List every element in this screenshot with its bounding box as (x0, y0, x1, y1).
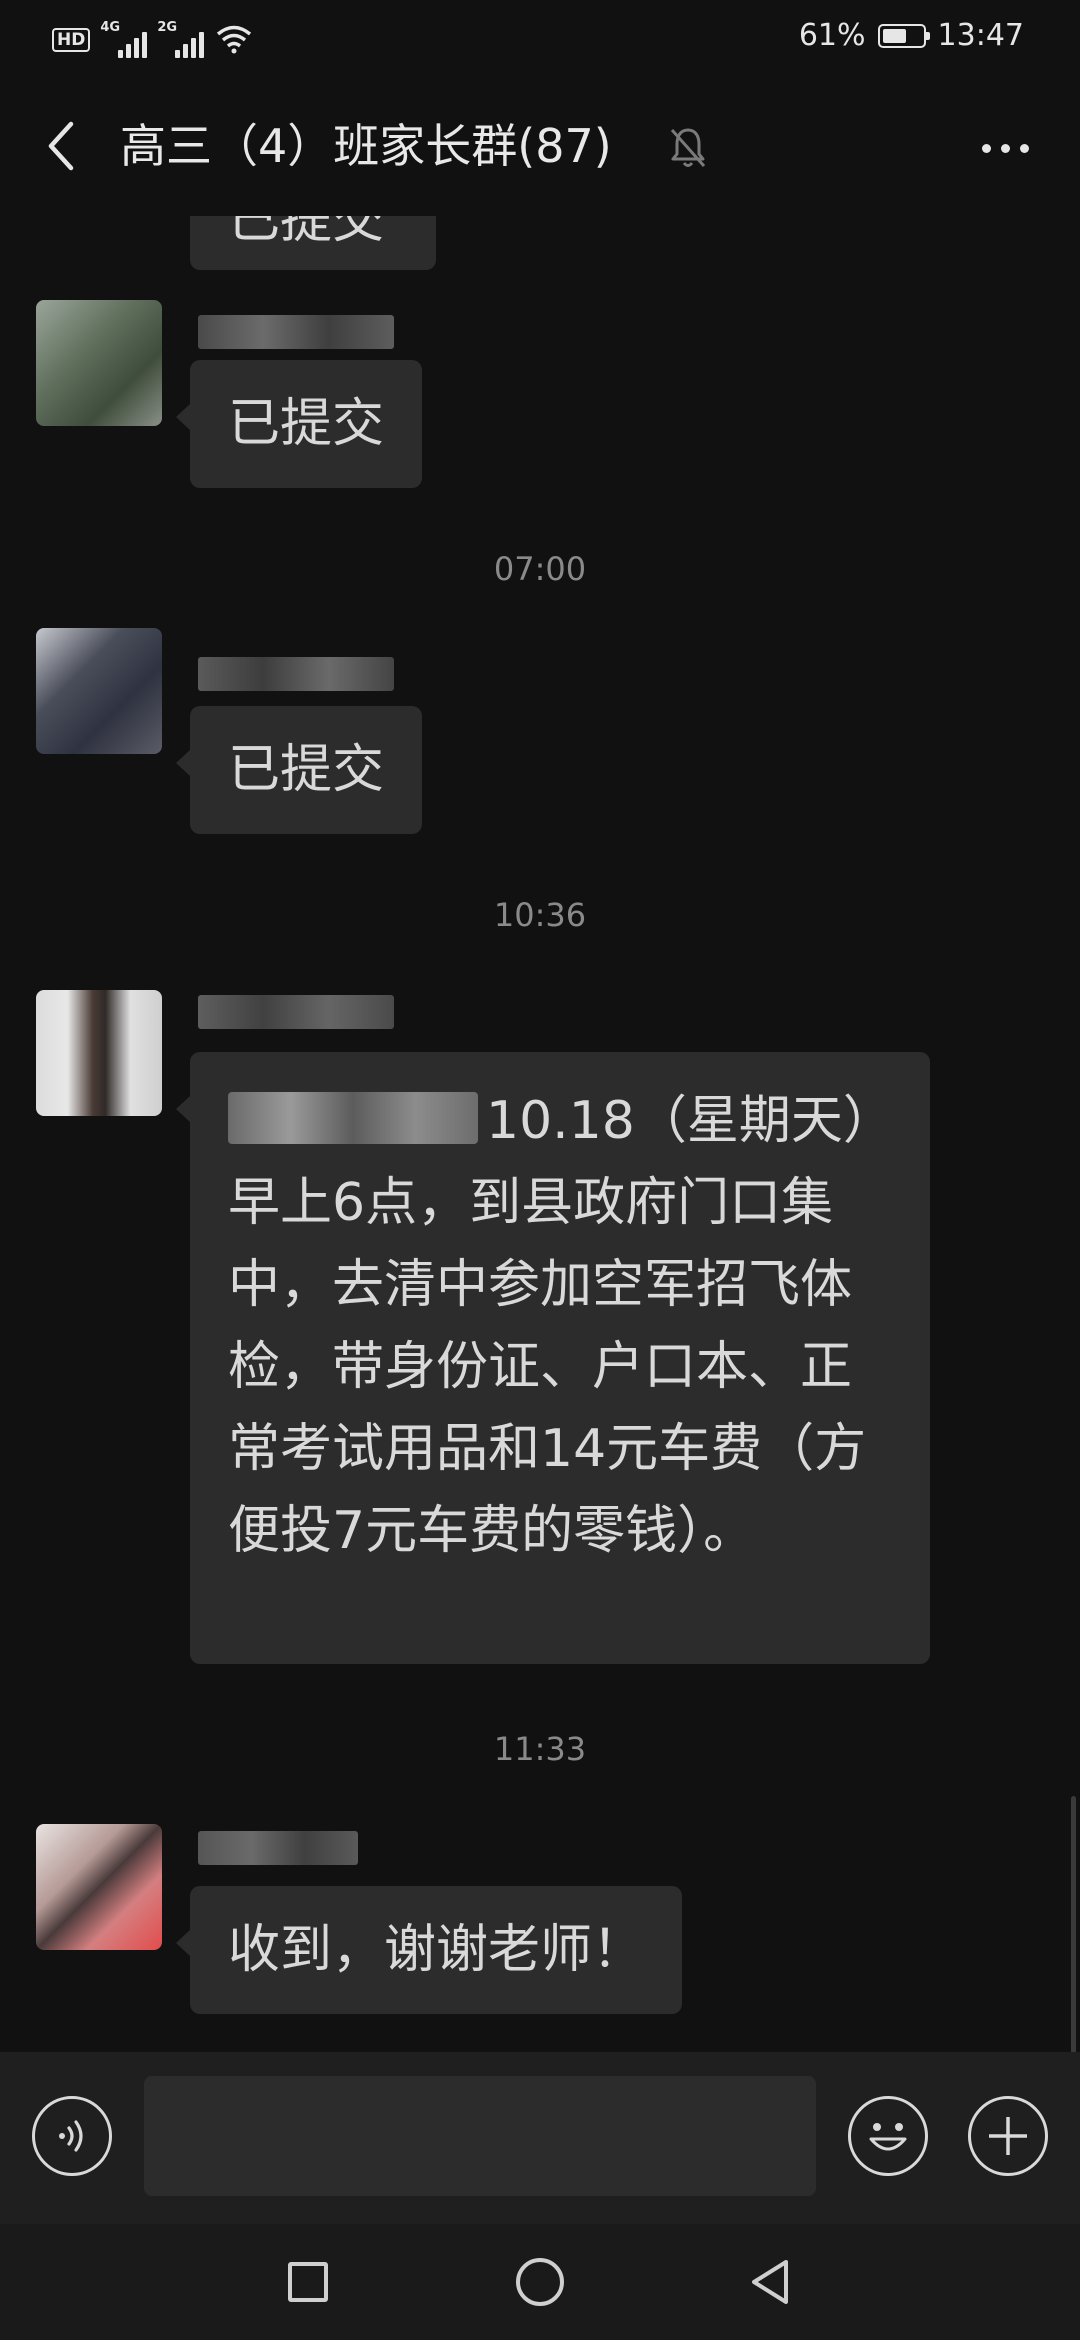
home-icon[interactable] (516, 2258, 564, 2306)
status-right: 61% 13:47 (799, 18, 1024, 53)
sender-name-blurred (198, 1828, 358, 1868)
sender-name-blurred (198, 654, 394, 694)
clock: 13:47 (937, 18, 1024, 53)
avatar[interactable] (36, 990, 162, 1116)
avatar[interactable] (36, 300, 162, 426)
voice-icon (59, 2120, 83, 2152)
message-bubble[interactable]: 已提交 (190, 216, 436, 270)
plus-icon (989, 2117, 1027, 2155)
message-list[interactable]: 已提交 已提交 07:00 已提交 10:36 10.18（星期天）早上6点，到… (0, 216, 1080, 2052)
emoji-icon (869, 2123, 907, 2151)
message-bubble[interactable]: 收到，谢谢老师！ (175, 1886, 683, 2014)
emoji-button[interactable] (848, 2096, 928, 2176)
recent-apps-icon[interactable] (288, 2262, 328, 2302)
status-left: HD 4G 2G (52, 18, 252, 58)
message-bubble[interactable]: 已提交 (175, 360, 423, 488)
redacted-text (228, 1092, 478, 1144)
network-type-label: 4G (100, 20, 121, 35)
battery-percent: 61% (798, 18, 866, 53)
chat-screen: HD 4G 2G 61% 13:47 高三（4）班家长群(87) 已提交 已提交… (0, 0, 1080, 2340)
back-button[interactable] (30, 112, 90, 180)
muted-bell-icon (670, 128, 706, 167)
timestamp: 07:00 (493, 550, 587, 588)
avatar[interactable] (36, 1824, 162, 1950)
message-text: 10.18（星期天）早上6点，到县政府门口集中，去清中参加空军招飞体检，带身份证… (228, 1091, 869, 1561)
message-input[interactable] (144, 2076, 816, 2196)
battery-fill (882, 28, 906, 43)
voice-button[interactable] (32, 2096, 112, 2176)
more-dots-icon (981, 143, 991, 153)
sender-name-blurred (198, 992, 394, 1032)
signal-icon-2g: 2G (157, 20, 205, 58)
timestamp: 11:33 (493, 1730, 587, 1768)
battery-icon (877, 23, 930, 48)
status-bar: HD 4G 2G 61% 13:47 (0, 0, 1080, 76)
message-bubble[interactable]: 已提交 (175, 706, 423, 834)
plus-button[interactable] (968, 2096, 1048, 2176)
system-nav-bar (0, 2224, 1080, 2340)
avatar[interactable] (36, 628, 162, 754)
message-bubble-long[interactable]: 10.18（星期天）早上6点，到县政府门口集中，去清中参加空军招飞体检，带身份证… (176, 1052, 930, 1664)
sender-name-blurred (198, 312, 394, 352)
signal-icon-4g: 4G (100, 20, 148, 58)
hd-badge: HD (52, 28, 91, 52)
network-type-label: 2G (157, 20, 178, 35)
chat-header: 高三（4）班家长群(87) (0, 76, 1080, 216)
group-title[interactable]: 高三（4）班家长群(87) (120, 112, 612, 180)
wifi-icon (217, 25, 252, 54)
nav-back-icon[interactable] (746, 2256, 794, 2308)
input-bar (0, 2052, 1080, 2224)
back-arrow-icon (48, 121, 74, 171)
timestamp: 10:36 (493, 896, 587, 934)
more-button[interactable] (970, 120, 1040, 176)
scrollbar[interactable] (1071, 1796, 1076, 2052)
